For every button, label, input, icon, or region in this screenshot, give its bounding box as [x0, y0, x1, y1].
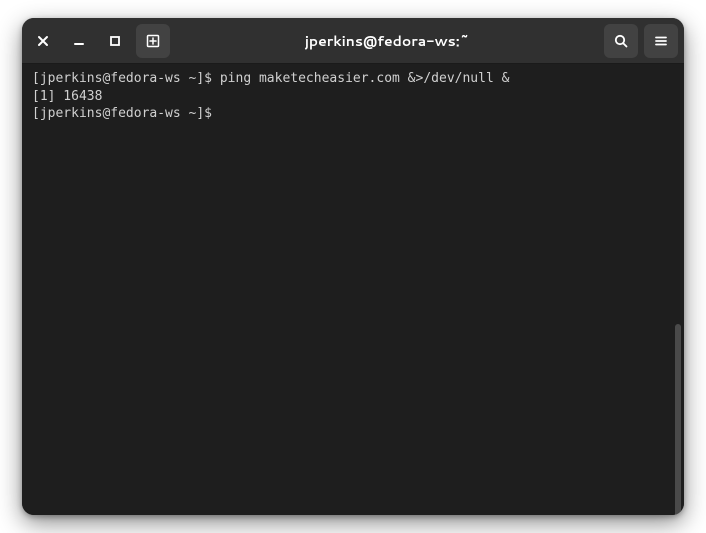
close-button[interactable]	[28, 26, 58, 56]
maximize-button[interactable]	[100, 26, 130, 56]
terminal-line: [jperkins@fedora-ws ~]$	[32, 105, 674, 123]
titlebar-left-controls	[28, 24, 170, 58]
terminal-body[interactable]: [jperkins@fedora-ws ~]$ ping maketecheas…	[22, 64, 684, 515]
scrollbar[interactable]	[675, 324, 681, 515]
titlebar: jperkins@fedora-ws:~	[22, 18, 684, 64]
titlebar-right-controls	[604, 24, 678, 58]
terminal-window: jperkins@fedora-ws:~ [jperkins@fedora-ws…	[22, 18, 684, 515]
hamburger-menu-button[interactable]	[644, 24, 678, 58]
minimize-button[interactable]	[64, 26, 94, 56]
terminal-line: [1] 16438	[32, 88, 674, 106]
terminal-line: [jperkins@fedora-ws ~]$ ping maketecheas…	[32, 70, 674, 88]
new-tab-button[interactable]	[136, 24, 170, 58]
window-title: jperkins@fedora-ws:~	[170, 31, 604, 51]
search-button[interactable]	[604, 24, 638, 58]
